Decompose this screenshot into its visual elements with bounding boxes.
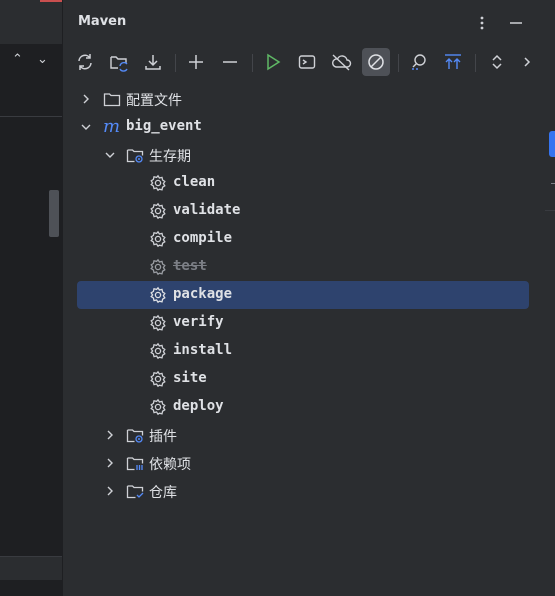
chevron-right-icon[interactable] <box>79 92 93 106</box>
strip-divider <box>545 210 555 211</box>
tree-node-label: 生存期 <box>149 149 191 165</box>
add-project-button[interactable] <box>182 48 210 76</box>
refresh-icon <box>78 54 92 70</box>
analyze-icon <box>412 54 426 70</box>
tree-node-repositories[interactable]: 仓库 <box>77 477 529 505</box>
run-icon <box>267 53 281 71</box>
cloud-off-icon <box>332 54 352 71</box>
gear-icon <box>150 314 166 332</box>
chevron-down-icon[interactable] <box>79 120 93 134</box>
goal-label: validate <box>173 202 241 218</box>
minimize-icon[interactable] <box>503 10 529 36</box>
dependencies-folder-icon <box>126 457 144 471</box>
gear-icon <box>150 286 166 304</box>
lifecycle-goal-test[interactable]: test <box>77 253 529 281</box>
error-marker <box>40 0 62 2</box>
tree-node-label: 插件 <box>149 429 177 445</box>
download-icon <box>145 55 161 70</box>
chevron-up-icon[interactable]: ⌃ <box>12 52 23 67</box>
right-tool-strip <box>545 0 555 596</box>
gear-icon <box>150 202 166 220</box>
goal-label: deploy <box>173 398 224 414</box>
expand-collapse-button[interactable] <box>483 48 511 76</box>
lifecycle-goal-deploy[interactable]: deploy <box>77 393 529 421</box>
goal-label: package <box>173 286 233 302</box>
toolbar-separator <box>475 54 476 72</box>
tree-node-label: 依赖项 <box>149 457 191 473</box>
lifecycle-goal-compile[interactable]: compile <box>77 225 529 253</box>
panel-title: Maven <box>78 14 127 29</box>
toolbar-separator <box>252 54 253 72</box>
plugins-folder-icon <box>126 429 144 443</box>
editor-area-left: ⌃ ⌄ <box>0 0 62 596</box>
plus-icon <box>189 55 203 69</box>
collapse-all-button[interactable] <box>439 48 467 76</box>
chevron-right-icon[interactable] <box>103 484 117 498</box>
folder-icon <box>103 93 121 107</box>
tree-node-label: big_event <box>126 118 202 134</box>
gear-icon <box>150 398 166 416</box>
gear-icon <box>150 174 166 192</box>
lifecycle-goal-validate[interactable]: validate <box>77 197 529 225</box>
active-tool-indicator[interactable] <box>549 131 555 157</box>
gear-icon <box>150 370 166 388</box>
goal-label: compile <box>173 230 233 246</box>
goal-label: verify <box>173 314 224 330</box>
maven-toolbar <box>63 44 545 80</box>
skip-tests-button[interactable] <box>362 48 390 76</box>
lifecycle-goal-site[interactable]: site <box>77 365 529 393</box>
lifecycle-goal-verify[interactable]: verify <box>77 309 529 337</box>
remove-project-button[interactable] <box>216 48 244 76</box>
gear-icon <box>150 342 166 360</box>
minus-icon <box>223 61 237 63</box>
editor-bottom-bar <box>0 556 62 580</box>
editor-divider <box>0 116 62 117</box>
more-vertical-icon[interactable] <box>469 10 495 36</box>
tree-node-project[interactable]: m big_event <box>77 113 529 141</box>
strip-divider <box>551 183 555 184</box>
goal-label: site <box>173 370 207 386</box>
chevron-down-icon[interactable]: ⌄ <box>37 52 48 67</box>
tree-node-plugins[interactable]: 插件 <box>77 421 529 449</box>
maven-project-icon: m <box>103 116 121 137</box>
gear-icon <box>150 258 166 276</box>
collapse-icon <box>445 54 461 69</box>
toggle-offline-mode-button[interactable] <box>327 48 355 76</box>
tree-node-label: 配置文件 <box>126 93 182 109</box>
expand-collapse-icon <box>492 54 502 70</box>
execute-goal-button[interactable] <box>293 48 321 76</box>
toolbar-separator <box>398 54 399 72</box>
lifecycle-folder-icon <box>126 149 144 163</box>
tree-node-profiles[interactable]: 配置文件 <box>77 85 529 113</box>
lifecycle-goal-install[interactable]: install <box>77 337 529 365</box>
tree-node-label: 仓库 <box>149 485 177 501</box>
editor-header <box>0 0 62 45</box>
editor-scrollbar-thumb[interactable] <box>49 190 59 237</box>
generate-sources-button[interactable] <box>105 48 133 76</box>
chevron-down-icon[interactable] <box>103 148 117 162</box>
lifecycle-goal-clean[interactable]: clean <box>77 169 529 197</box>
more-toolbar-button[interactable] <box>513 48 541 76</box>
gear-icon <box>150 230 166 248</box>
skip-tests-icon <box>368 54 384 70</box>
show-dependencies-button[interactable] <box>405 48 433 76</box>
goal-label: install <box>173 342 233 358</box>
folder-refresh-icon <box>110 56 128 72</box>
chevron-right-icon[interactable] <box>103 456 117 470</box>
download-sources-button[interactable] <box>139 48 167 76</box>
reload-all-projects-button[interactable] <box>71 48 99 76</box>
run-maven-build-button[interactable] <box>259 48 287 76</box>
chevron-right-icon <box>524 57 531 67</box>
goal-label: test <box>173 258 207 274</box>
terminal-icon <box>298 55 316 69</box>
goal-label: clean <box>173 174 216 190</box>
chevron-right-icon[interactable] <box>103 428 117 442</box>
tree-node-dependencies[interactable]: 依赖项 <box>77 449 529 477</box>
maven-tool-window: Maven 配置文件 m big_event 生存期 clean validat… <box>62 0 546 596</box>
tree-node-lifecycle[interactable]: 生存期 <box>77 141 529 169</box>
lifecycle-goal-package[interactable]: package <box>77 281 529 309</box>
repositories-folder-icon <box>126 485 144 499</box>
toolbar-separator <box>175 54 176 72</box>
